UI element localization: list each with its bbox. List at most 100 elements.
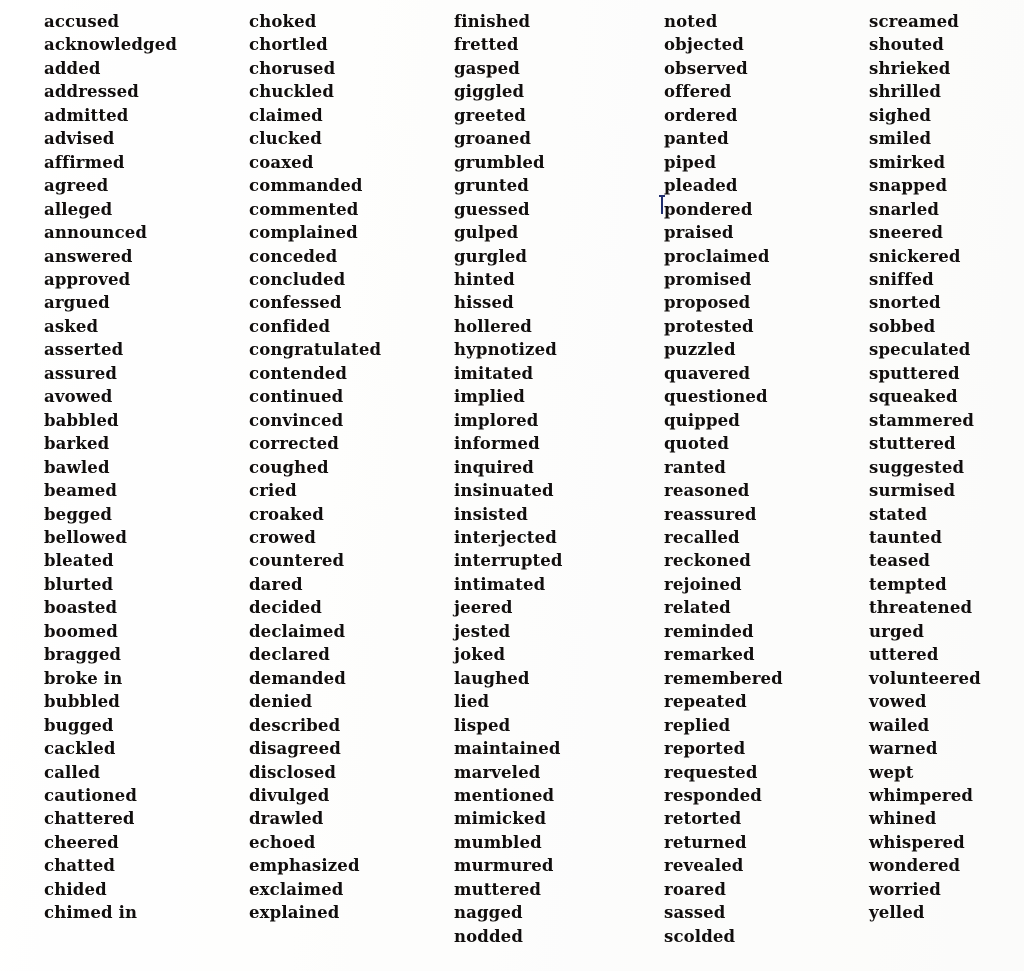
word-item[interactable]: crowed <box>249 526 454 549</box>
word-item[interactable]: teased <box>869 549 1019 572</box>
word-item[interactable]: intimated <box>454 573 664 596</box>
word-item[interactable]: sputtered <box>869 362 1019 385</box>
word-item[interactable]: barked <box>44 432 249 455</box>
word-item[interactable]: asked <box>44 315 249 338</box>
word-item[interactable]: concluded <box>249 268 454 291</box>
word-item[interactable]: retorted <box>664 807 869 830</box>
word-item[interactable]: puzzled <box>664 338 869 361</box>
word-item[interactable]: vowed <box>869 690 1019 713</box>
word-item[interactable]: argued <box>44 291 249 314</box>
word-item[interactable]: called <box>44 761 249 784</box>
word-item[interactable]: clucked <box>249 127 454 150</box>
word-item[interactable]: greeted <box>454 104 664 127</box>
word-item[interactable]: assured <box>44 362 249 385</box>
word-item[interactable]: wondered <box>869 854 1019 877</box>
word-item[interactable]: beamed <box>44 479 249 502</box>
word-item[interactable]: speculated <box>869 338 1019 361</box>
word-item[interactable]: broke in <box>44 667 249 690</box>
word-item[interactable]: recalled <box>664 526 869 549</box>
word-item[interactable]: remarked <box>664 643 869 666</box>
word-item[interactable]: quavered <box>664 362 869 385</box>
word-item[interactable]: offered <box>664 80 869 103</box>
word-item[interactable]: reckoned <box>664 549 869 572</box>
word-item[interactable]: disagreed <box>249 737 454 760</box>
word-item[interactable]: pondered <box>659 194 869 221</box>
word-item[interactable]: exclaimed <box>249 878 454 901</box>
word-item[interactable]: advised <box>44 127 249 150</box>
word-item[interactable]: announced <box>44 221 249 244</box>
word-item[interactable]: corrected <box>249 432 454 455</box>
word-item[interactable]: taunted <box>869 526 1019 549</box>
word-item[interactable]: chattered <box>44 807 249 830</box>
word-item[interactable]: commented <box>249 198 454 221</box>
word-item[interactable]: grumbled <box>454 151 664 174</box>
word-item[interactable]: insinuated <box>454 479 664 502</box>
word-item[interactable]: cautioned <box>44 784 249 807</box>
word-item[interactable]: finished <box>454 10 664 33</box>
word-item[interactable]: worried <box>869 878 1019 901</box>
word-item[interactable]: alleged <box>44 198 249 221</box>
word-item[interactable]: answered <box>44 245 249 268</box>
word-item[interactable]: cheered <box>44 831 249 854</box>
word-item[interactable]: continued <box>249 385 454 408</box>
word-item[interactable]: lisped <box>454 714 664 737</box>
word-item[interactable]: praised <box>664 221 869 244</box>
word-item[interactable]: promised <box>664 268 869 291</box>
word-item[interactable]: countered <box>249 549 454 572</box>
word-item[interactable]: implied <box>454 385 664 408</box>
word-item[interactable]: divulged <box>249 784 454 807</box>
word-item[interactable]: roared <box>664 878 869 901</box>
word-item[interactable]: uttered <box>869 643 1019 666</box>
word-item[interactable]: acknowledged <box>44 33 249 56</box>
word-item[interactable]: choked <box>249 10 454 33</box>
word-item[interactable]: snarled <box>869 198 1019 221</box>
word-item[interactable]: reassured <box>664 503 869 526</box>
word-item[interactable]: hinted <box>454 268 664 291</box>
word-item[interactable]: confided <box>249 315 454 338</box>
word-item[interactable]: commanded <box>249 174 454 197</box>
word-item[interactable]: laughed <box>454 667 664 690</box>
word-item[interactable]: sassed <box>664 901 869 924</box>
word-item[interactable]: chimed in <box>44 901 249 924</box>
word-item[interactable]: confessed <box>249 291 454 314</box>
word-item[interactable]: revealed <box>664 854 869 877</box>
word-item[interactable]: begged <box>44 503 249 526</box>
word-item[interactable]: emphasized <box>249 854 454 877</box>
word-item[interactable]: sighed <box>869 104 1019 127</box>
word-item[interactable]: demanded <box>249 667 454 690</box>
word-item[interactable]: gulped <box>454 221 664 244</box>
word-item[interactable]: related <box>664 596 869 619</box>
word-item[interactable]: shrieked <box>869 57 1019 80</box>
word-item[interactable]: objected <box>664 33 869 56</box>
word-item[interactable]: asserted <box>44 338 249 361</box>
word-item[interactable]: implored <box>454 409 664 432</box>
word-item[interactable]: ranted <box>664 456 869 479</box>
word-item[interactable]: whimpered <box>869 784 1019 807</box>
word-item[interactable]: panted <box>664 127 869 150</box>
word-item[interactable]: chatted <box>44 854 249 877</box>
word-item[interactable]: warned <box>869 737 1019 760</box>
word-item[interactable]: noted <box>664 10 869 33</box>
word-item[interactable]: boomed <box>44 620 249 643</box>
word-item[interactable]: interrupted <box>454 549 664 572</box>
word-item[interactable]: described <box>249 714 454 737</box>
word-item[interactable]: boasted <box>44 596 249 619</box>
word-item[interactable]: contended <box>249 362 454 385</box>
word-item[interactable]: avowed <box>44 385 249 408</box>
word-item[interactable]: admitted <box>44 104 249 127</box>
word-item[interactable]: murmured <box>454 854 664 877</box>
word-item[interactable]: dared <box>249 573 454 596</box>
word-item[interactable]: conceded <box>249 245 454 268</box>
word-item[interactable]: smiled <box>869 127 1019 150</box>
word-item[interactable]: snapped <box>869 174 1019 197</box>
word-item[interactable]: informed <box>454 432 664 455</box>
word-item[interactable]: bragged <box>44 643 249 666</box>
word-item[interactable]: imitated <box>454 362 664 385</box>
word-item[interactable]: scolded <box>664 925 869 948</box>
word-item[interactable]: agreed <box>44 174 249 197</box>
word-item[interactable]: wept <box>869 761 1019 784</box>
word-item[interactable]: fretted <box>454 33 664 56</box>
word-item[interactable]: muttered <box>454 878 664 901</box>
word-item[interactable]: jeered <box>454 596 664 619</box>
word-item[interactable]: maintained <box>454 737 664 760</box>
